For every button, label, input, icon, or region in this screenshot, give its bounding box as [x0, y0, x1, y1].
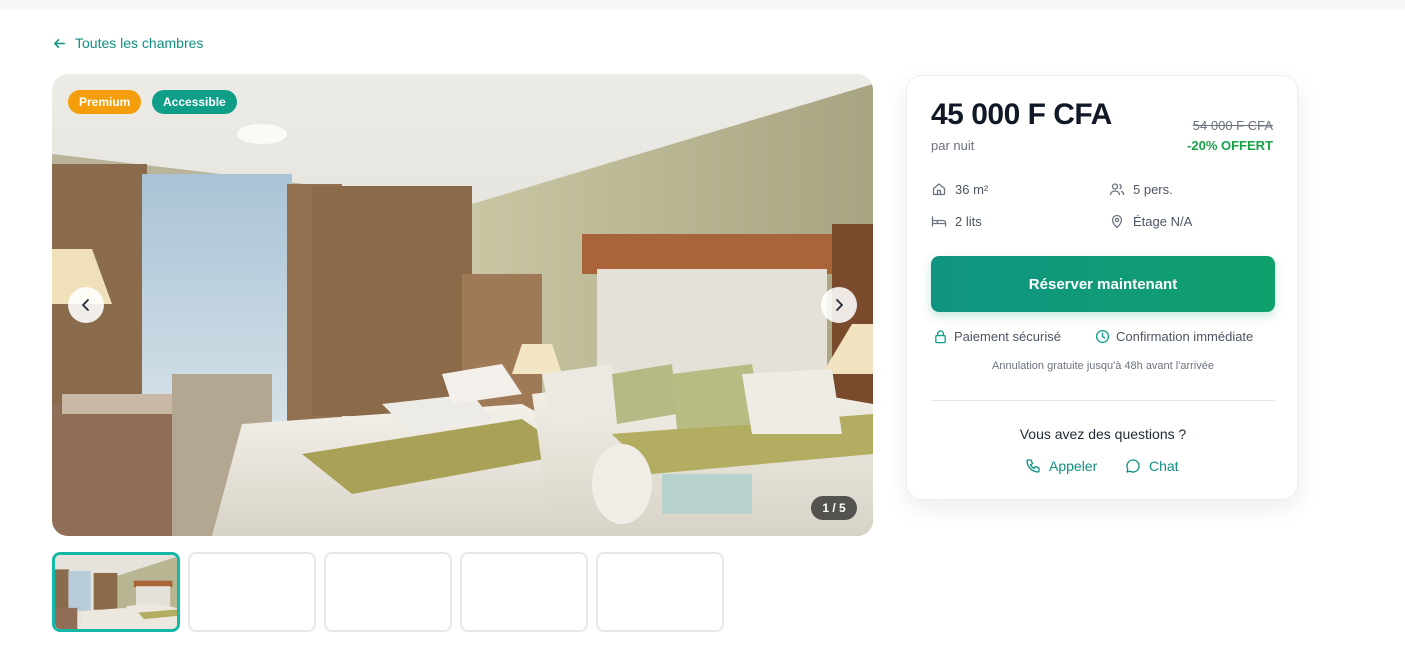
thumbnail-4[interactable] [460, 552, 588, 632]
feature-beds: 2 lits [931, 213, 982, 229]
feature-floor-label: Étage N/A [1133, 213, 1193, 229]
cancellation-note: Annulation gratuite jusqu'à 48h avant l'… [992, 360, 1214, 372]
chat-label: Chat [1149, 458, 1179, 474]
book-now-button[interactable]: Réserver maintenant [931, 256, 1275, 312]
accessible-badge: Accessible [152, 90, 237, 114]
old-price: 54 000 F CFA [1192, 118, 1273, 133]
chat-button[interactable]: Chat [1125, 458, 1179, 474]
per-night-label: par nuit [931, 138, 975, 153]
secure-payment-note: Paiement sécurisé [933, 329, 1061, 344]
instant-confirmation-note: Confirmation immédiate [1095, 329, 1253, 344]
room-thumbnail-image [55, 555, 177, 629]
room-photo [52, 74, 873, 536]
map-pin-icon [1111, 214, 1123, 229]
previous-photo-button[interactable] [68, 287, 104, 323]
thumbnail-5[interactable] [596, 552, 724, 632]
feature-guests: 5 pers. [1109, 181, 1173, 197]
thumbnail-3[interactable] [324, 552, 452, 632]
chevron-right-icon [836, 299, 843, 311]
phone-icon [1026, 459, 1040, 473]
chevron-left-icon [82, 299, 89, 311]
secure-payment-label: Paiement sécurisé [954, 329, 1061, 344]
back-link-label: Toutes les chambres [75, 35, 204, 51]
clock-icon [1095, 329, 1110, 344]
booking-card: 45 000 F CFA par nuit 54 000 F CFA -20% … [906, 75, 1298, 500]
thumbnail-strip [52, 552, 724, 632]
room-photo-gallery[interactable]: Premium Accessible 1 / 5 [52, 74, 873, 536]
call-button[interactable]: Appeler [1025, 458, 1097, 474]
chat-icon [1126, 459, 1140, 473]
bed-icon [931, 216, 947, 227]
call-label: Appeler [1049, 458, 1098, 474]
arrow-left-icon [54, 38, 65, 48]
thumbnail-1[interactable] [52, 552, 180, 632]
instant-confirmation-label: Confirmation immédiate [1116, 329, 1254, 344]
thumbnail-2[interactable] [188, 552, 316, 632]
divider [931, 400, 1275, 401]
discount-label: -20% OFFERT [1187, 138, 1273, 153]
lock-icon [935, 330, 946, 344]
feature-floor: Étage N/A [1109, 213, 1192, 229]
feature-beds-label: 2 lits [955, 213, 982, 229]
next-photo-button[interactable] [821, 287, 857, 323]
photo-counter: 1 / 5 [811, 496, 857, 520]
top-strip [0, 0, 1405, 10]
users-icon [1109, 183, 1125, 196]
feature-area: 36 m² [931, 181, 988, 197]
questions-title: Vous avez des questions ? [1019, 426, 1187, 442]
premium-badge: Premium [68, 90, 142, 114]
home-icon [932, 183, 946, 196]
price: 45 000 F CFA [931, 98, 1112, 131]
feature-area-label: 36 m² [955, 181, 989, 197]
back-to-rooms-link[interactable]: Toutes les chambres [52, 35, 203, 51]
feature-guests-label: 5 pers. [1133, 181, 1173, 197]
